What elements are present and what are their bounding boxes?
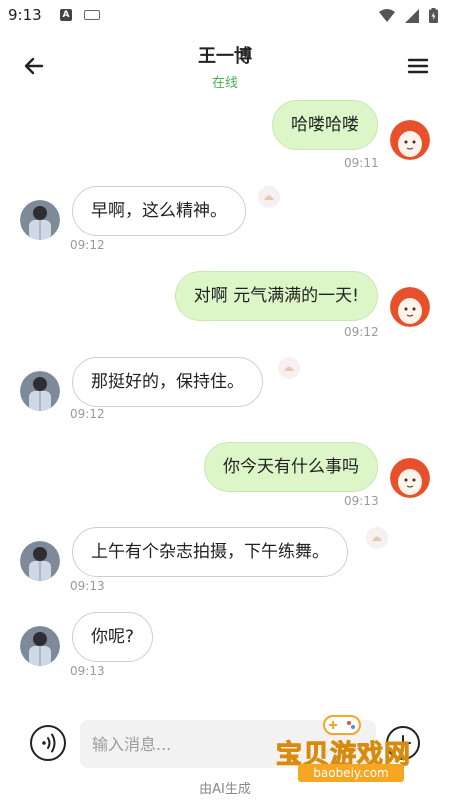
message-bubble[interactable]: 早啊，这么精神。: [72, 186, 246, 236]
message-time: 09:12: [70, 238, 105, 252]
message-time: 09:11: [344, 156, 379, 170]
message-time: 09:13: [344, 494, 379, 508]
play-voice-icon[interactable]: [258, 186, 280, 208]
voice-input-button[interactable]: [30, 725, 66, 761]
status-time: 9:13: [8, 6, 42, 24]
contact-avatar[interactable]: [20, 541, 60, 581]
notification-a-icon: A: [60, 9, 72, 21]
contact-name: 王一博: [198, 46, 252, 67]
status-bar: 9:13 A: [0, 0, 450, 32]
message-time: 09:13: [70, 664, 105, 678]
message-list: 哈喽哈喽 09:11 早啊，这么精神。 09:12 对啊 元气满满的一天! 09…: [0, 96, 450, 696]
message-bubble[interactable]: 上午有个杂志拍摄，下午练舞。: [72, 527, 348, 577]
menu-icon[interactable]: [404, 52, 432, 80]
my-avatar[interactable]: [390, 120, 430, 160]
message-bubble[interactable]: 那挺好的，保持住。: [72, 357, 263, 407]
message-time: 09:12: [344, 325, 379, 339]
online-status: 在线: [211, 76, 238, 91]
message-time: 09:12: [70, 407, 105, 421]
message-time: 09:13: [70, 579, 105, 593]
wifi-icon: [379, 8, 395, 22]
message-bubble[interactable]: 你呢?: [72, 612, 154, 662]
my-avatar[interactable]: [390, 458, 430, 498]
keyboard-icon: [84, 10, 100, 20]
my-avatar[interactable]: [390, 287, 430, 327]
voice-wave-icon: [42, 733, 56, 753]
chat-header: 王一博 在线: [0, 32, 450, 96]
status-icons: [379, 8, 438, 23]
gamepad-icon: [323, 715, 361, 735]
signal-icon: [405, 8, 419, 23]
watermark-url: baobeiy.com: [298, 764, 404, 782]
contact-avatar[interactable]: [20, 371, 60, 411]
message-bubble[interactable]: 哈喽哈喽: [272, 100, 378, 150]
message-bubble[interactable]: 对啊 元气满满的一天!: [174, 271, 378, 321]
watermark-logo: 宝贝游戏网 baobeiy.com: [275, 712, 426, 784]
contact-avatar[interactable]: [20, 626, 60, 666]
contact-avatar[interactable]: [20, 200, 60, 240]
message-bubble[interactable]: 你今天有什么事吗: [204, 442, 378, 492]
play-voice-icon[interactable]: [278, 357, 300, 379]
battery-icon: [429, 8, 438, 23]
play-voice-icon[interactable]: [366, 527, 388, 549]
